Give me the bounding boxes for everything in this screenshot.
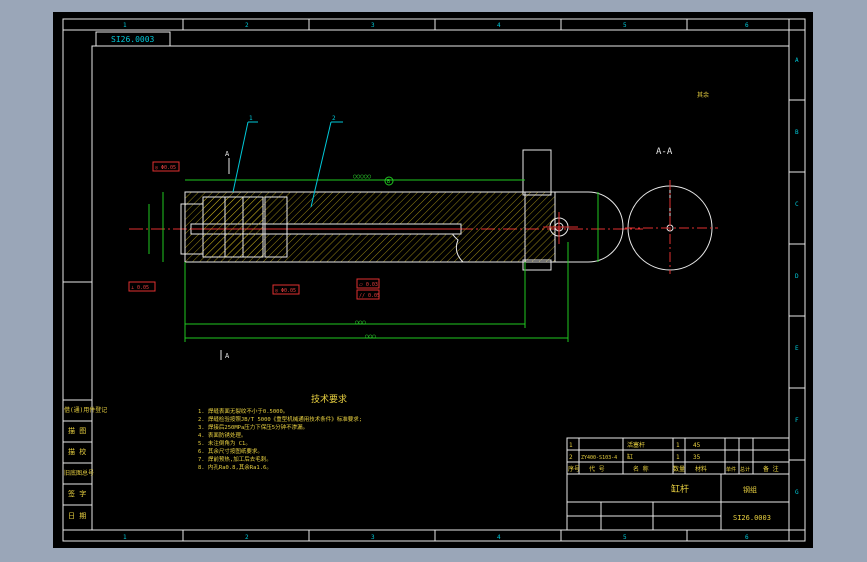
- row2-qty: 1: [676, 454, 680, 461]
- section-marker-bottom: A: [225, 352, 230, 360]
- grid-top-6: 6: [745, 22, 749, 29]
- grid-bottom-5: 5: [623, 534, 627, 541]
- tech-title: 技术要求: [311, 393, 347, 405]
- tech-line-4: 4. 表面防锈处理。: [198, 431, 246, 439]
- grid-bottom-2: 2: [245, 534, 249, 541]
- tech-line-5: 5. 未注倒角为 C1。: [198, 439, 251, 447]
- grid-right-d: D: [795, 273, 799, 280]
- row2-name: 缸: [627, 453, 633, 461]
- row1-no: 1: [569, 442, 573, 449]
- rod-assembly-view: ○○○ ○○○ ○○○○○ 1 2 B ◎ Φ0.05 ⊥ 0.05 ◎ Φ0.…: [128, 115, 643, 360]
- bottom-grid-ruler: 1 2 3 4 5 6: [63, 529, 805, 541]
- row2-material: 35: [693, 454, 701, 461]
- admin-label-1: 借(通)用件登记: [64, 406, 107, 414]
- grid-top-1: 1: [123, 22, 127, 29]
- grid-bottom-3: 3: [371, 534, 375, 541]
- grid-bottom-4: 4: [497, 534, 501, 541]
- tech-line-3: 3. 焊接后250MPa压力下保压5分钟不渗漏。: [198, 423, 308, 431]
- header-unit: 单件: [726, 466, 736, 473]
- cad-window-background: 1 2 3 4 5 6 1 2 3 4 5 6 A B C D E F G SI…: [0, 0, 867, 562]
- header-code: 代 号: [589, 465, 605, 473]
- leader-line-1: [232, 121, 249, 193]
- row1-name: 活塞杆: [627, 441, 645, 449]
- tolerance-frame-4-text: ⏥ 0.03: [359, 282, 378, 288]
- admin-label-2: 描 图: [68, 426, 86, 435]
- tech-line-7: 7. 焊前预热,加工后去毛刺。: [198, 455, 272, 463]
- header-qty: 数量: [673, 465, 685, 473]
- tech-line-8: 8. 内孔Ra0.8,其余Ra1.6。: [198, 463, 272, 471]
- header-total: 总计: [740, 466, 750, 473]
- header-no: 序号: [568, 465, 580, 473]
- grid-right-c: C: [795, 201, 799, 208]
- drawing-frame: [91, 45, 790, 531]
- dim-text-2: ○○○: [365, 333, 376, 340]
- row2-code: ZY400-S103-4: [581, 455, 617, 461]
- grid-right-e: E: [795, 345, 799, 352]
- admin-label-6: 日 期: [68, 512, 86, 520]
- tolerance-frame-1-text: ◎ Φ0.05: [155, 165, 176, 171]
- cad-drawing: 1 2 3 4 5 6 1 2 3 4 5 6 A B C D E F G SI…: [62, 18, 806, 542]
- admin-label-4: 旧底图总号: [64, 469, 94, 477]
- part-material: 钢组: [743, 485, 757, 494]
- left-admin-block: 借(通)用件登记 描 图 描 校 旧底图总号 签 字 日 期: [62, 399, 107, 531]
- admin-label-5: 签 字: [68, 489, 86, 498]
- tolerance-frame-3-text: ◎ Φ0.05: [275, 288, 296, 294]
- grid-right-a: A: [795, 57, 799, 64]
- grid-bottom-6: 6: [745, 534, 749, 541]
- header-name: 名 称: [633, 465, 649, 473]
- grid-top-3: 3: [371, 22, 375, 29]
- grid-right-g: G: [795, 489, 799, 496]
- grid-top-4: 4: [497, 22, 501, 29]
- section-view-a-a: A-A 其余: [625, 91, 718, 274]
- technical-requirements: 技术要求 1. 焊缝表面无裂纹不小于0.5000。 2. 焊缝检验按照JB/T …: [198, 393, 362, 471]
- row1-qty: 1: [676, 442, 680, 449]
- grid-right-b: B: [795, 129, 799, 136]
- dim-text-3: ○○○○○: [353, 173, 371, 180]
- leader-label-1: 1: [249, 115, 253, 122]
- drawing-canvas[interactable]: 1 2 3 4 5 6 1 2 3 4 5 6 A B C D E F G SI…: [53, 12, 813, 548]
- top-grid-ruler: 1 2 3 4 5 6: [63, 19, 805, 31]
- drawing-number: SI26.0003: [733, 514, 771, 522]
- datum-label: B: [387, 179, 390, 185]
- title-block: 1 活塞杆 1 45 2 ZY400-S103-4 缸 1 35 序号 代 号 …: [566, 437, 790, 531]
- tolerance-frame-2-text: ⊥ 0.05: [131, 285, 149, 291]
- grid-top-2: 2: [245, 22, 249, 29]
- row2-no: 2: [569, 454, 573, 461]
- grid-right-f: F: [795, 417, 799, 424]
- section-title: A-A: [656, 147, 673, 157]
- leader-label-2: 2: [332, 115, 336, 122]
- admin-label-3: 描 校: [68, 447, 86, 456]
- grid-bottom-1: 1: [123, 534, 127, 541]
- code-box-text: SI26.0003: [111, 35, 155, 44]
- tech-line-2: 2. 焊缝检验按照JB/T 5000《重型机械通用技术条件》标准要求;: [198, 415, 362, 423]
- sheet-border: [62, 18, 806, 542]
- header-remarks: 备 注: [763, 465, 779, 473]
- tech-line-6: 6. 其余尺寸按图纸要求。: [198, 447, 263, 455]
- row1-material: 45: [693, 442, 701, 449]
- dim-text-1: ○○○: [355, 319, 366, 326]
- part-name: 缸杆: [671, 483, 689, 495]
- header-material: 材料: [695, 465, 707, 473]
- section-marker-top: A: [225, 150, 230, 158]
- tolerance-frame-5-text: // 0.05: [359, 293, 380, 299]
- right-grid-ruler: A B C D E F G: [63, 19, 805, 541]
- tech-line-1: 1. 焊缝表面无裂纹不小于0.5000。: [198, 407, 288, 415]
- grid-top-5: 5: [623, 22, 627, 29]
- roughness-note: 其余: [697, 91, 709, 99]
